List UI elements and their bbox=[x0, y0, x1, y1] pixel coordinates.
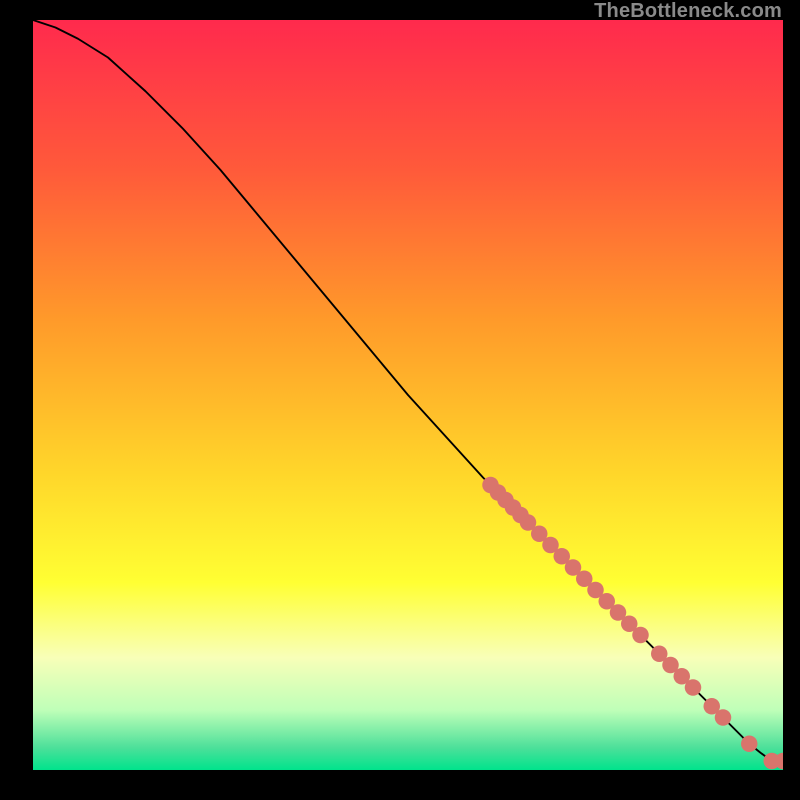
marker-point bbox=[741, 736, 758, 753]
plot-svg bbox=[33, 20, 783, 770]
plot-area bbox=[33, 20, 783, 770]
marker-point bbox=[715, 709, 732, 726]
watermark-label: TheBottleneck.com bbox=[594, 0, 782, 23]
chart-stage: TheBottleneck.com bbox=[0, 0, 800, 800]
marker-point bbox=[685, 679, 702, 696]
marker-point bbox=[632, 627, 649, 644]
